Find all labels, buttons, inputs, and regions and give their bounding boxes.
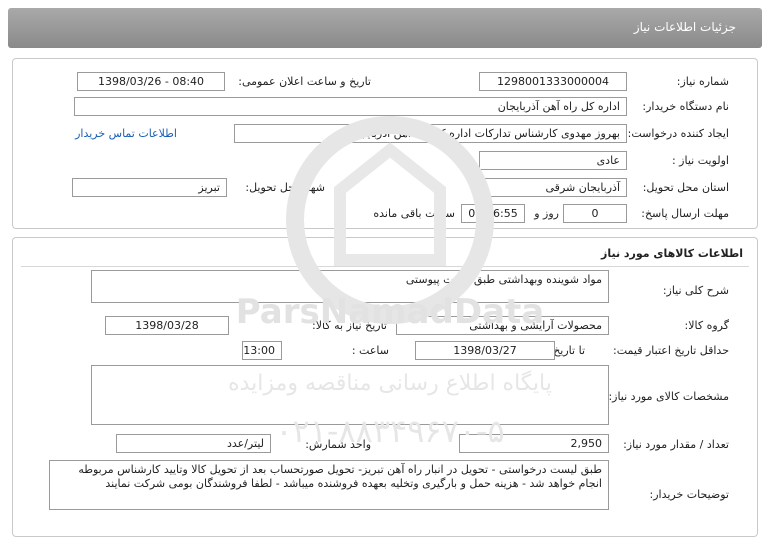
hour-field[interactable]: 13:00	[242, 341, 282, 360]
specs-label: مشخصات کالای مورد نیاز:	[608, 390, 729, 403]
goods-section-title: اطلاعات کالاهای مورد نیاز	[601, 247, 743, 260]
time-left-unit: ساعت باقی مانده	[373, 207, 455, 220]
need-date-field[interactable]: 1398/03/28	[105, 316, 229, 335]
qty-label: تعداد / مقدار مورد نیاز:	[623, 438, 729, 451]
desc-label: شرح کلی نیاز:	[662, 284, 729, 297]
buyer-contact-link[interactable]: اطلاعات تماس خریدار	[75, 127, 177, 140]
days-field[interactable]: 0	[563, 204, 627, 223]
announce-label: تاریخ و ساعت اعلان عمومی:	[238, 75, 371, 88]
priority-label: اولویت نیاز :	[671, 154, 729, 167]
need-number-field[interactable]: 1298001333000004	[479, 72, 627, 91]
qty-field[interactable]: 2,950	[459, 434, 609, 453]
unit-field[interactable]: لیتر/عدد	[116, 434, 271, 453]
goods-panel: اطلاعات کالاهای مورد نیاز شرح کلی نیاز: …	[12, 237, 758, 537]
buyer-org-label: نام دستگاه خریدار:	[642, 100, 729, 113]
province-label: استان محل تحویل:	[642, 181, 729, 194]
need-info-panel: شماره نیاز: 1298001333000004 تاریخ و ساع…	[12, 58, 758, 229]
validity-label: حداقل تاریخ اعتبار قیمت:	[613, 344, 729, 357]
deadline-label: مهلت ارسال پاسخ:	[641, 207, 729, 220]
page-header: جزئیات اطلاعات نیاز	[8, 8, 762, 48]
time-left-field[interactable]: 03:46:55	[461, 204, 525, 223]
group-field[interactable]: محصولات آرایشی و بهداشتی	[396, 316, 609, 335]
buyer-org-field[interactable]: اداره کل راه آهن آذربایجان	[74, 97, 627, 116]
hour-label: ساعت :	[351, 344, 389, 357]
city-label: شهر محل تحویل:	[245, 181, 325, 194]
until-date-field[interactable]: 1398/03/27	[415, 341, 555, 360]
creator-field[interactable]: بهروز مهدوی کارشناس تدارکات اداره کل راه…	[234, 124, 627, 143]
notes-label: توضیحات خریدار:	[649, 488, 730, 501]
desc-field[interactable]: مواد شوینده وبهداشتی طبق لیست پیوستی	[91, 270, 609, 303]
province-field[interactable]: آذربایجان شرقی	[479, 178, 627, 197]
page-title: جزئیات اطلاعات نیاز	[633, 20, 736, 34]
priority-field[interactable]: عادی	[479, 151, 627, 170]
city-field[interactable]: تبریز	[72, 178, 227, 197]
group-label: گروه کالا:	[684, 319, 729, 332]
need-date-label: تاریخ نیاز به کالا:	[312, 319, 387, 332]
unit-label: واحد شمارش:	[305, 438, 371, 451]
announce-field[interactable]: 1398/03/26 - 08:40	[77, 72, 225, 91]
section-divider	[21, 266, 749, 267]
notes-field[interactable]: طبق لیست درخواستی - تحویل در انبار راه آ…	[49, 460, 609, 510]
need-number-label: شماره نیاز:	[676, 75, 729, 88]
days-unit: روز و	[534, 207, 559, 220]
specs-field[interactable]	[91, 365, 609, 425]
creator-label: ایجاد کننده درخواست:	[627, 127, 729, 140]
